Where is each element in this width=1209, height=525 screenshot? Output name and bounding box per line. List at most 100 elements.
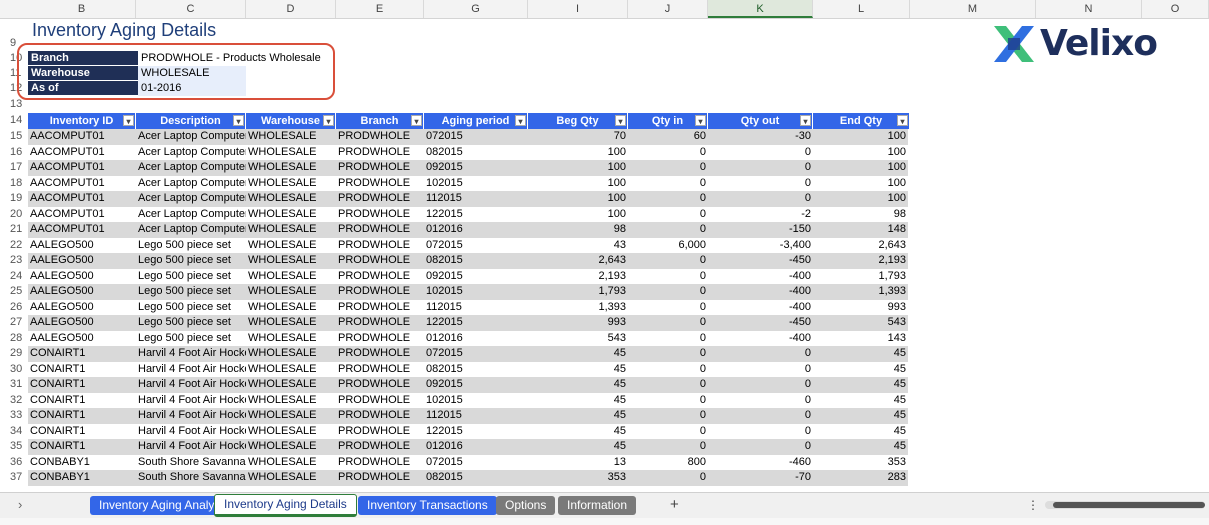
- table-cell-inventory-id[interactable]: AALEGO500: [28, 284, 136, 300]
- table-cell-end-qty[interactable]: 98: [813, 207, 908, 223]
- table-row[interactable]: AALEGO500 Lego 500 piece set WHOLESALE PROD…: [28, 269, 908, 285]
- table-cell-warehouse[interactable]: WHOLESALE: [246, 362, 336, 378]
- header-inventory-id[interactable]: Inventory ID ▾: [28, 113, 136, 129]
- table-cell-description[interactable]: Acer Laptop Computer: [136, 129, 246, 145]
- table-cell-inventory-id[interactable]: CONAIRT1: [28, 439, 136, 455]
- table-cell-inventory-id[interactable]: AACOMPUT01: [28, 222, 136, 238]
- table-cell-warehouse[interactable]: WHOLESALE: [246, 160, 336, 176]
- header-description[interactable]: Description ▾: [136, 113, 246, 129]
- table-cell-beg-qty[interactable]: 45: [528, 424, 628, 440]
- table-row[interactable]: AACOMPUT01 Acer Laptop Computer WHOLESALE P…: [28, 145, 908, 161]
- table-cell-inventory-id[interactable]: AALEGO500: [28, 269, 136, 285]
- table-cell-warehouse[interactable]: WHOLESALE: [246, 129, 336, 145]
- table-cell-warehouse[interactable]: WHOLESALE: [246, 377, 336, 393]
- row-number[interactable]: 18: [0, 176, 28, 191]
- table-cell-inventory-id[interactable]: AACOMPUT01: [28, 160, 136, 176]
- table-cell-branch[interactable]: PRODWHOLE: [336, 222, 424, 238]
- table-cell-end-qty[interactable]: 45: [813, 362, 908, 378]
- sheet-tab-options[interactable]: Options: [496, 496, 556, 515]
- table-cell-inventory-id[interactable]: AALEGO500: [28, 331, 136, 347]
- table-cell-aging-period[interactable]: 092015: [424, 377, 528, 393]
- table-cell-aging-period[interactable]: 122015: [424, 315, 528, 331]
- table-cell-qty-in[interactable]: 800: [628, 455, 708, 471]
- table-cell-end-qty[interactable]: 100: [813, 145, 908, 161]
- table-cell-description[interactable]: Lego 500 piece set: [136, 238, 246, 254]
- row-number[interactable]: 30: [0, 362, 28, 377]
- table-cell-beg-qty[interactable]: 45: [528, 408, 628, 424]
- table-cell-inventory-id[interactable]: CONAIRT1: [28, 408, 136, 424]
- row-number[interactable]: 24: [0, 269, 28, 284]
- table-cell-end-qty[interactable]: 100: [813, 160, 908, 176]
- table-row[interactable]: AALEGO500 Lego 500 piece set WHOLESALE PROD…: [28, 331, 908, 347]
- table-cell-beg-qty[interactable]: 45: [528, 377, 628, 393]
- table-cell-description[interactable]: Harvil 4 Foot Air Hockey: [136, 362, 246, 378]
- filter-dropdown-icon[interactable]: ▾: [123, 115, 134, 126]
- filter-dropdown-icon[interactable]: ▾: [800, 115, 811, 126]
- table-cell-end-qty[interactable]: 100: [813, 176, 908, 192]
- table-cell-qty-out[interactable]: 0: [708, 424, 813, 440]
- table-cell-inventory-id[interactable]: AACOMPUT01: [28, 129, 136, 145]
- table-cell-branch[interactable]: PRODWHOLE: [336, 439, 424, 455]
- table-cell-beg-qty[interactable]: 1,393: [528, 300, 628, 316]
- table-cell-qty-out[interactable]: 0: [708, 439, 813, 455]
- table-cell-beg-qty[interactable]: 13: [528, 455, 628, 471]
- table-row[interactable]: AACOMPUT01 Acer Laptop Computer WHOLESALE P…: [28, 222, 908, 238]
- scrollbar-thumb[interactable]: [1053, 502, 1205, 508]
- table-cell-end-qty[interactable]: 45: [813, 408, 908, 424]
- filter-dropdown-icon[interactable]: ▾: [615, 115, 626, 126]
- row-number[interactable]: 32: [0, 393, 28, 408]
- table-cell-end-qty[interactable]: 45: [813, 424, 908, 440]
- table-cell-qty-in[interactable]: 0: [628, 253, 708, 269]
- table-cell-aging-period[interactable]: 072015: [424, 129, 528, 145]
- table-row[interactable]: CONAIRT1 Harvil 4 Foot Air Hockey WHOLESAL…: [28, 408, 908, 424]
- row-number[interactable]: 26: [0, 300, 28, 315]
- table-row[interactable]: CONAIRT1 Harvil 4 Foot Air Hockey WHOLESAL…: [28, 393, 908, 409]
- table-cell-aging-period[interactable]: 082015: [424, 145, 528, 161]
- table-cell-description[interactable]: Harvil 4 Foot Air Hockey: [136, 439, 246, 455]
- table-cell-beg-qty[interactable]: 100: [528, 145, 628, 161]
- header-branch[interactable]: Branch ▾: [336, 113, 424, 129]
- table-cell-warehouse[interactable]: WHOLESALE: [246, 439, 336, 455]
- table-cell-description[interactable]: Acer Laptop Computer: [136, 207, 246, 223]
- row-number[interactable]: 23: [0, 253, 28, 268]
- column-header-i[interactable]: I: [528, 0, 628, 18]
- table-row[interactable]: CONAIRT1 Harvil 4 Foot Air Hockey WHOLESAL…: [28, 377, 908, 393]
- table-cell-aging-period[interactable]: 092015: [424, 269, 528, 285]
- table-cell-description[interactable]: Acer Laptop Computer: [136, 176, 246, 192]
- header-end-qty[interactable]: End Qty ▾: [813, 113, 910, 129]
- table-cell-qty-in[interactable]: 0: [628, 176, 708, 192]
- table-cell-aging-period[interactable]: 102015: [424, 176, 528, 192]
- table-cell-warehouse[interactable]: WHOLESALE: [246, 207, 336, 223]
- table-cell-aging-period[interactable]: 122015: [424, 207, 528, 223]
- column-header-b[interactable]: B: [28, 0, 136, 18]
- table-cell-qty-in[interactable]: 0: [628, 362, 708, 378]
- filter-dropdown-icon[interactable]: ▾: [515, 115, 526, 126]
- table-cell-beg-qty[interactable]: 100: [528, 207, 628, 223]
- table-cell-qty-out[interactable]: 0: [708, 377, 813, 393]
- table-cell-qty-in[interactable]: 6,000: [628, 238, 708, 254]
- table-cell-qty-out[interactable]: 0: [708, 408, 813, 424]
- table-cell-qty-in[interactable]: 0: [628, 424, 708, 440]
- table-cell-branch[interactable]: PRODWHOLE: [336, 424, 424, 440]
- table-cell-qty-out[interactable]: -400: [708, 331, 813, 347]
- table-cell-warehouse[interactable]: WHOLESALE: [246, 284, 336, 300]
- table-cell-aging-period[interactable]: 102015: [424, 284, 528, 300]
- table-cell-aging-period[interactable]: 112015: [424, 191, 528, 207]
- table-row[interactable]: AALEGO500 Lego 500 piece set WHOLESALE PROD…: [28, 315, 908, 331]
- table-cell-aging-period[interactable]: 072015: [424, 238, 528, 254]
- table-cell-beg-qty[interactable]: 45: [528, 362, 628, 378]
- table-cell-qty-in[interactable]: 0: [628, 145, 708, 161]
- table-cell-warehouse[interactable]: WHOLESALE: [246, 315, 336, 331]
- table-cell-branch[interactable]: PRODWHOLE: [336, 284, 424, 300]
- table-cell-beg-qty[interactable]: 543: [528, 331, 628, 347]
- table-cell-qty-in[interactable]: 0: [628, 439, 708, 455]
- column-header-n[interactable]: N: [1036, 0, 1142, 18]
- table-cell-inventory-id[interactable]: CONBABY1: [28, 470, 136, 486]
- table-cell-warehouse[interactable]: WHOLESALE: [246, 238, 336, 254]
- table-cell-beg-qty[interactable]: 45: [528, 346, 628, 362]
- table-cell-beg-qty[interactable]: 43: [528, 238, 628, 254]
- table-cell-qty-in[interactable]: 0: [628, 470, 708, 486]
- table-cell-warehouse[interactable]: WHOLESALE: [246, 470, 336, 486]
- table-cell-qty-out[interactable]: -450: [708, 315, 813, 331]
- table-cell-description[interactable]: Acer Laptop Computer: [136, 222, 246, 238]
